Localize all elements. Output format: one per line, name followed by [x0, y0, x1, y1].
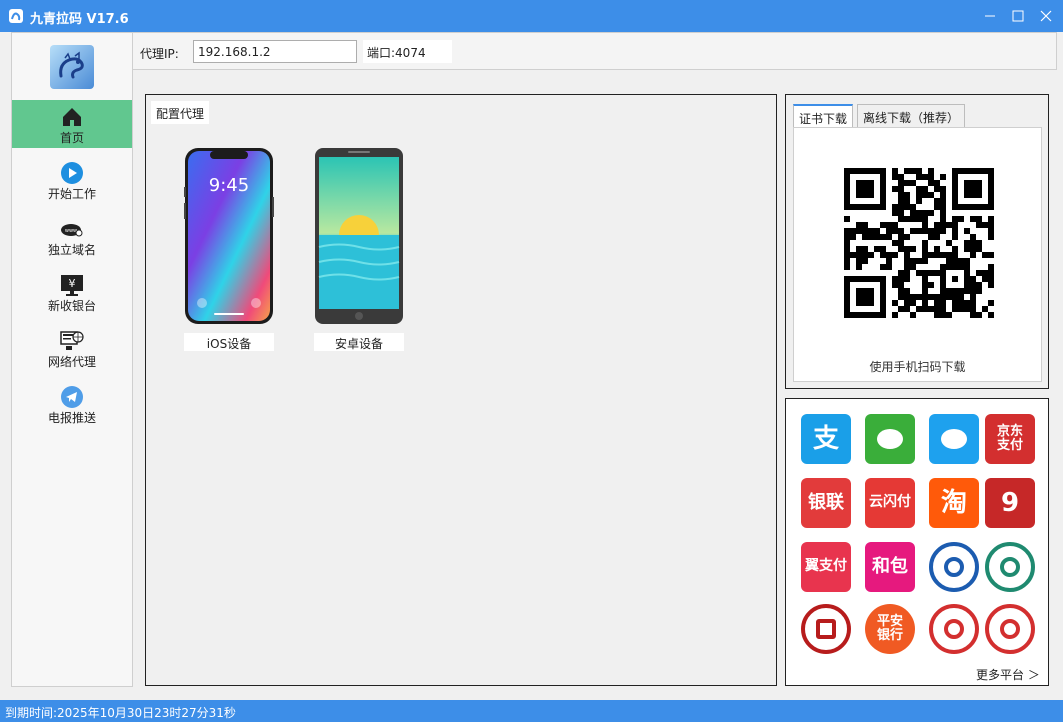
ios-device-label: iOS设备 — [184, 333, 274, 351]
proxy-port-field[interactable]: 端口:4074 — [363, 40, 452, 63]
close-button[interactable] — [1029, 0, 1063, 32]
minimize-icon — [985, 15, 995, 17]
qr-code — [844, 168, 994, 318]
ping-an-bank-icon[interactable]: 平安银行 — [865, 604, 915, 654]
scan-tip-text: 使用手机扫码下载 — [869, 360, 966, 374]
sidebar-item-label: 新收银台 — [47, 299, 96, 313]
app-9-icon[interactable]: 9 — [985, 478, 1035, 528]
cmb-icon[interactable] — [985, 604, 1035, 654]
sidebar: 首页 开始工作 www 独立域名 ¥ 新收银台 网络代理 电报推送 — [11, 32, 133, 687]
sidebar-item-label: 电报推送 — [47, 411, 96, 425]
sidebar-item-label: 独立域名 — [47, 243, 96, 257]
cert-download-panel: 证书下载 离线下载（推荐） 使用手机扫码下载 — [785, 94, 1049, 389]
qq-wallet-icon[interactable] — [929, 414, 979, 464]
jd-pay-icon[interactable]: 京东支付 — [985, 414, 1035, 464]
dragon-logo-icon — [59, 51, 84, 79]
alipay-icon[interactable]: 支 — [801, 414, 851, 464]
ios-clock: 9:45 — [209, 175, 249, 196]
android-phone-icon — [315, 148, 403, 324]
sidebar-item-network-proxy[interactable]: 网络代理 — [12, 324, 132, 372]
proxy-info-bar: 代理IP: 端口:4074 — [133, 32, 1057, 70]
play-icon — [60, 161, 84, 185]
window-title: 九青拉码 V17.6 — [30, 12, 129, 27]
iphone-icon: 9:45 — [184, 148, 274, 324]
ccb-icon[interactable] — [929, 542, 979, 592]
sidebar-item-telegram[interactable]: 电报推送 — [12, 380, 132, 428]
tab-offline-download[interactable]: 离线下载（推荐） — [857, 104, 966, 127]
abc-icon[interactable] — [985, 542, 1035, 592]
config-proxy-caption: 配置代理 — [151, 101, 210, 124]
sidebar-item-label: 网络代理 — [47, 355, 96, 369]
icbc-icon[interactable] — [929, 604, 979, 654]
proxy-ip-input[interactable] — [193, 40, 357, 63]
config-proxy-panel: 配置代理 9:45 iOS设备 安卓设备 — [145, 94, 777, 686]
best-pay-icon[interactable]: 翼支付 — [801, 542, 851, 592]
app-logo — [50, 45, 94, 89]
hebao-icon[interactable]: 和包 — [865, 542, 915, 592]
cert-tab-content: 使用手机扫码下载 — [793, 127, 1042, 382]
payment-platforms-panel: 更多平台 ＞ 支 京东支付银联 云闪付淘 9 翼支付 和包平安银行 — [785, 398, 1049, 686]
close-icon — [1040, 10, 1052, 22]
taobao-icon[interactable]: 淘 — [929, 478, 979, 528]
proxy-ip-label: 代理IP: — [140, 47, 179, 61]
svg-text:www: www — [65, 228, 77, 234]
boc-icon[interactable] — [801, 604, 851, 654]
sidebar-item-start-work[interactable]: 开始工作 — [12, 156, 132, 204]
maximize-icon — [1012, 10, 1024, 22]
sidebar-item-home[interactable]: 首页 — [12, 100, 132, 148]
tab-cert-download[interactable]: 证书下载 — [793, 104, 854, 128]
telegram-icon — [60, 385, 84, 409]
expire-time-text: 到期时间:2025年10月30日23时27分31秒 — [5, 706, 236, 720]
sidebar-item-domain[interactable]: www 独立域名 — [12, 212, 132, 260]
sidebar-item-cashier[interactable]: ¥ 新收银台 — [12, 268, 132, 316]
domain-icon: www — [60, 217, 84, 241]
status-bar: 到期时间:2025年10月30日23时27分31秒 — [0, 700, 1063, 722]
android-device-label: 安卓设备 — [314, 333, 404, 351]
sidebar-item-label: 开始工作 — [47, 187, 96, 201]
svg-text:¥: ¥ — [69, 277, 76, 290]
sidebar-item-label: 首页 — [59, 131, 84, 145]
more-platforms-button[interactable]: 更多平台 ＞ — [976, 666, 1040, 683]
unionpay-icon[interactable]: 银联 — [801, 478, 851, 528]
wechat-pay-icon[interactable] — [865, 414, 915, 464]
cloud-quickpass-icon[interactable]: 云闪付 — [865, 478, 915, 528]
app-logo-icon — [9, 9, 23, 23]
title-bar: 九青拉码 V17.6 — [0, 0, 1063, 32]
network-proxy-icon — [60, 329, 84, 353]
home-icon — [60, 105, 84, 129]
cashier-icon: ¥ — [60, 273, 84, 297]
